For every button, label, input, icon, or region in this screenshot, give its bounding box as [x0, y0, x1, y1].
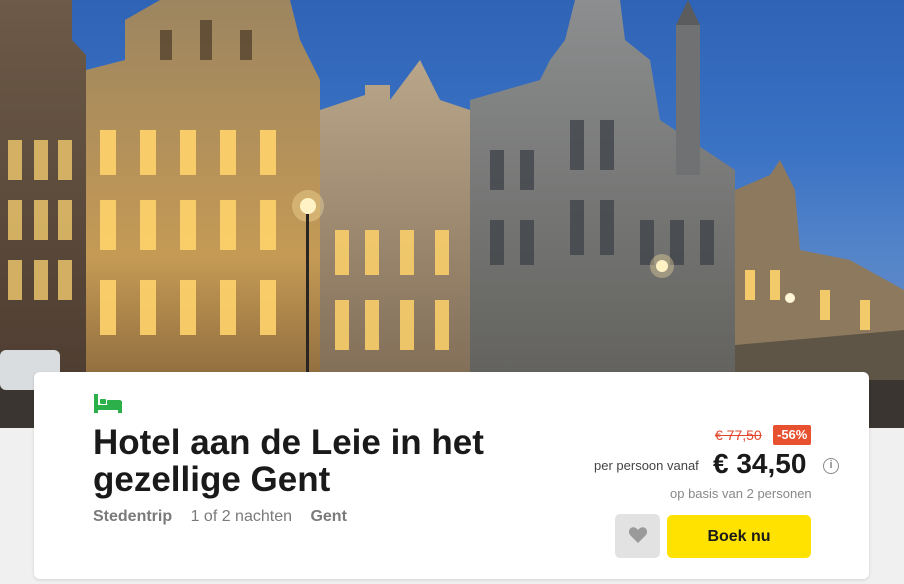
bed-icon [93, 392, 123, 414]
favorite-button[interactable] [615, 514, 660, 558]
info-icon[interactable]: i [823, 458, 839, 474]
trip-city: Gent [310, 508, 347, 525]
trip-nights: 1 of 2 nachten [190, 508, 292, 525]
trip-meta: Stedentrip 1 of 2 nachten Gent [93, 508, 347, 526]
heart-icon [628, 526, 648, 547]
old-price: € 77,50 [715, 427, 762, 443]
price-basis: op basis van 2 personen [670, 486, 812, 501]
per-person-label: per persoon vanaf [594, 458, 699, 473]
book-now-button[interactable]: Boek nu [667, 515, 811, 558]
hotel-title[interactable]: Hotel aan de Leie in het gezellige Gent [93, 424, 533, 498]
hotel-card[interactable]: Hotel aan de Leie in het gezellige Gent … [34, 372, 869, 579]
discount-badge: -56% [773, 425, 812, 445]
trip-type: Stedentrip [93, 508, 173, 525]
hero-image [0, 0, 904, 428]
price: € 34,50 [713, 448, 807, 479]
